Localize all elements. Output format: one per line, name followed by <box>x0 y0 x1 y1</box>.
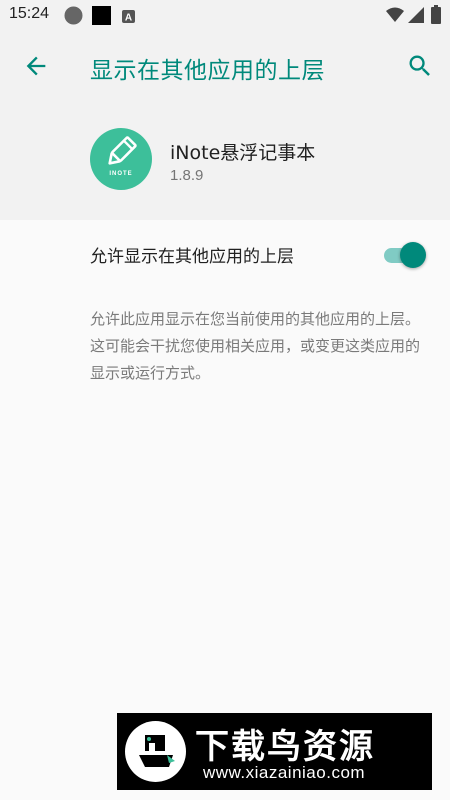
watermark-title: 下载鸟资源 <box>195 727 375 767</box>
arrow-back-icon <box>26 56 46 76</box>
permission-description: 允许此应用显示在您当前使用的其他应用的上层。这可能会干扰您使用相关应用，或变更这… <box>90 310 421 382</box>
back-button[interactable] <box>22 52 50 80</box>
bird-logo-icon <box>125 721 186 782</box>
pencil-icon <box>108 136 137 165</box>
search-button[interactable] <box>406 52 434 80</box>
toggle-thumb <box>400 242 426 268</box>
permission-label: 允许显示在其他应用的上层 <box>90 247 294 267</box>
app-header: INOTE iNote悬浮记事本 1.8.9 <box>0 102 450 220</box>
app-icon: INOTE <box>90 128 152 190</box>
wifi-icon <box>386 7 404 27</box>
app-name: iNote悬浮记事本 <box>170 142 316 164</box>
permission-toggle[interactable] <box>380 240 428 270</box>
square-notification-icon <box>92 6 111 29</box>
status-time: 15:24 <box>9 5 50 22</box>
status-bar: 15:24 A <box>0 0 450 30</box>
permission-row[interactable]: 允许显示在其他应用的上层 <box>0 220 450 290</box>
toolbar: 显示在其他应用的上层 <box>0 30 450 102</box>
app-version: 1.8.9 <box>170 167 204 184</box>
app-icon-label: INOTE <box>109 171 133 177</box>
circle-notification-icon <box>64 6 83 29</box>
search-icon <box>409 55 430 76</box>
signal-icon <box>408 7 424 27</box>
svg-text:A: A <box>125 13 132 24</box>
battery-icon <box>431 5 441 28</box>
page-title: 显示在其他应用的上层 <box>90 58 325 84</box>
watermark-banner: 下载鸟资源 www.xiazainiao.com <box>117 713 432 790</box>
a-notification-icon: A <box>122 8 135 27</box>
watermark-url: www.xiazainiao.com <box>203 763 366 782</box>
